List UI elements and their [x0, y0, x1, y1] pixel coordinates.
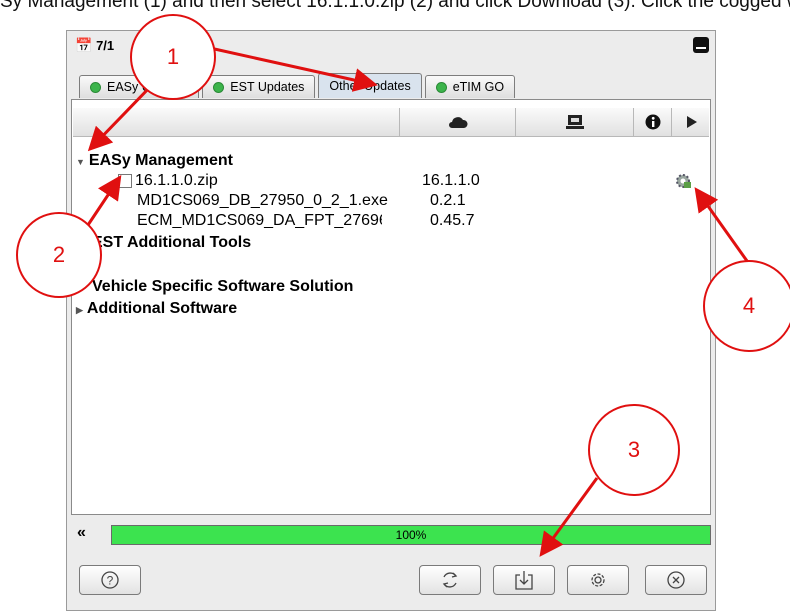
progress-label: 100%: [395, 528, 427, 542]
tab-est-updates[interactable]: EST Updates: [202, 75, 316, 98]
item-version: 16.1.1.0: [422, 172, 480, 189]
gear-icon: [591, 573, 605, 587]
annotation-1: 1: [130, 14, 216, 100]
annotation-3: 3: [588, 404, 680, 496]
tab-other-updates[interactable]: Other Updates: [318, 73, 422, 98]
expanded-triangle-icon: ▼: [76, 157, 85, 167]
date-label: 7/1: [96, 38, 115, 53]
calendar-icon: 📅: [75, 37, 93, 53]
cog-wheel-icon[interactable]: [674, 172, 692, 190]
collapse-chevron-icon[interactable]: «: [77, 524, 86, 542]
collapsed-triangle-icon: ▶: [76, 305, 83, 315]
question-icon: ?: [101, 571, 119, 589]
download-icon: [515, 571, 533, 590]
refresh-icon: [442, 572, 458, 588]
info-icon: [645, 114, 661, 130]
computer-icon: [566, 115, 584, 129]
annotation-2: 2: [16, 212, 102, 298]
download-button[interactable]: [493, 565, 555, 595]
status-dot-icon: [435, 81, 447, 93]
instruction-caption: Sy Management (1) and then select 16.1.1…: [0, 0, 790, 11]
tree-node-additional-software[interactable]: ▶ Additional Software: [76, 299, 237, 319]
svg-text:?: ?: [107, 574, 114, 588]
minimize-icon[interactable]: [693, 37, 709, 53]
expand-column-button[interactable]: [671, 108, 712, 136]
status-dot-icon: [213, 81, 225, 93]
annotation-4: 4: [703, 260, 790, 352]
window-title: 📅 7/1: [75, 37, 114, 55]
refresh-button[interactable]: [419, 565, 481, 595]
progress-bar: 100%: [111, 525, 711, 545]
close-circle-icon: [667, 571, 685, 589]
help-button[interactable]: ?: [79, 565, 141, 595]
close-button[interactable]: [645, 565, 707, 595]
tree-item-zip[interactable]: 16.1.1.0.zip: [118, 171, 218, 191]
item-version: 0.45.7: [430, 212, 475, 229]
status-dot-icon: [90, 81, 101, 93]
tree-item-db-exe: MD1CS069_DB_27950_0_2_1.exe: [137, 192, 388, 209]
item-version: 0.2.1: [430, 192, 466, 209]
tree-node-vehicle-specific[interactable]: Vehicle Specific Software Solution: [92, 277, 353, 297]
tree-node-est-additional-tools[interactable]: EST Additional Tools: [92, 233, 251, 253]
cloud-icon: [449, 117, 468, 128]
column-header: [73, 108, 709, 137]
tab-etim-go[interactable]: eTIM GO: [424, 75, 516, 98]
item-checkbox[interactable]: [118, 173, 132, 188]
info-column[interactable]: [633, 108, 672, 136]
cloud-column[interactable]: [399, 108, 516, 136]
play-arrow-icon: [687, 116, 697, 128]
settings-button[interactable]: [567, 565, 629, 595]
progress-row: « 100%: [73, 522, 711, 548]
updates-window: 📅 7/1 EASy Updates EST Updates Other Upd…: [66, 30, 716, 611]
tree-node-easy-management[interactable]: ▼ EASy Management: [76, 151, 233, 171]
computer-column[interactable]: [515, 108, 634, 136]
tree-item-ecm: ECM_MD1CS069_DA_FPT_27696_(: [137, 212, 382, 229]
